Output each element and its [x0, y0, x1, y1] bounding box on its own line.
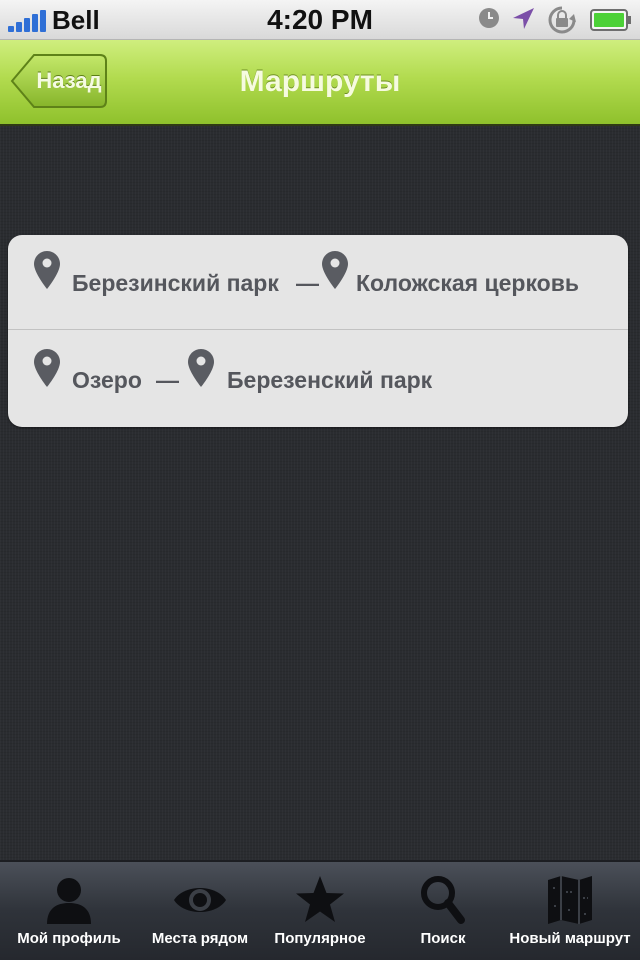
route-item[interactable]: Березинский парк — Коложская церковь — [8, 235, 628, 330]
tab-label: Новый маршрут — [509, 930, 631, 947]
status-bar: Bell 4:20 PM — [0, 0, 640, 40]
nav-bar: Назад Маршруты — [0, 40, 640, 126]
route-from: Березинский парк — [72, 270, 279, 296]
back-button-label: Назад — [36, 68, 102, 93]
tab-label: Поиск — [420, 930, 466, 947]
route-separator: — — [296, 270, 319, 296]
route-from: Озеро — [72, 367, 142, 393]
tab-label: Популярное — [274, 930, 366, 947]
clock-icon — [478, 7, 500, 34]
routes-list: Березинский парк — Коложская церковь Озе… — [8, 235, 628, 427]
route-item[interactable]: Озеро — Березенский парк — [8, 330, 628, 424]
tab-popular[interactable]: Популярное — [262, 862, 378, 960]
location-pin-icon — [34, 349, 60, 387]
location-arrow-icon — [510, 6, 536, 37]
star-icon — [262, 874, 378, 926]
tab-nearby-places[interactable]: Места рядом — [138, 862, 262, 960]
tab-my-profile[interactable]: Мой профиль — [0, 862, 138, 960]
eye-icon — [138, 874, 262, 926]
map-icon — [500, 874, 640, 926]
route-to: Березенский парк — [227, 367, 433, 393]
page-title: Маршруты — [239, 65, 401, 98]
tab-new-route[interactable]: Новый маршрут — [500, 862, 640, 960]
rotation-lock-icon — [546, 5, 578, 40]
person-icon — [0, 874, 138, 926]
location-pin-icon — [322, 251, 348, 289]
route-separator: — — [156, 367, 179, 393]
search-icon — [378, 874, 508, 926]
tab-label: Места рядом — [151, 930, 249, 947]
back-button[interactable]: Назад — [10, 53, 108, 109]
battery-icon — [590, 9, 632, 36]
tab-search[interactable]: Поиск — [378, 862, 508, 960]
location-pin-icon — [188, 349, 214, 387]
location-pin-icon — [34, 251, 60, 289]
tab-bar: Мой профиль Места рядом Популярное Поиск — [0, 860, 640, 960]
route-to: Коложская церковь — [356, 270, 579, 296]
tab-label: Мой профиль — [17, 930, 121, 947]
status-time: 4:20 PM — [267, 4, 373, 35]
